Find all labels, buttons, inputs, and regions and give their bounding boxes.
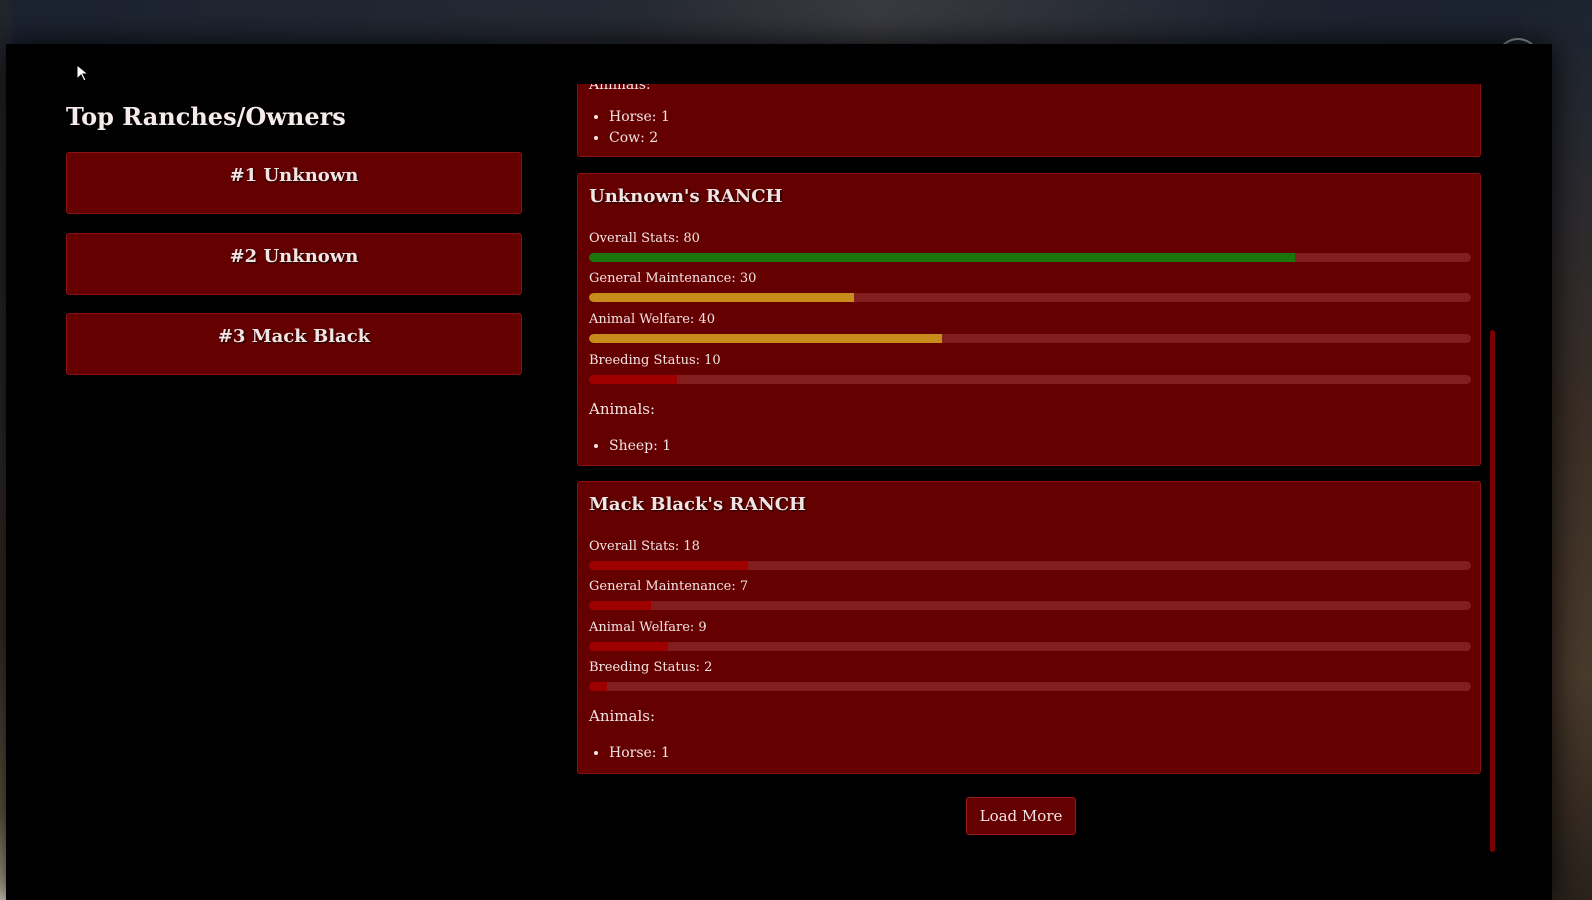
stat-breeding-status: Breeding Status: 2	[589, 660, 1471, 691]
stat-bar-fill	[589, 253, 1295, 262]
ranch-title: Unknown's RANCH	[589, 186, 783, 207]
stat-label: General Maintenance: 7	[589, 579, 749, 594]
ranch-card: Mack Black's RANCH Overall Stats: 18 Gen…	[577, 481, 1481, 774]
feed-scrollbar-thumb[interactable]	[1490, 330, 1495, 852]
animal-item: Horse: 1	[609, 107, 670, 128]
rank-entry-3[interactable]: #3 Mack Black	[66, 313, 522, 375]
stat-bar	[589, 375, 1471, 384]
stat-bar-fill	[589, 601, 651, 610]
animals-list: Horse: 1 Cow: 2	[589, 107, 670, 149]
stat-label: Breeding Status: 2	[589, 660, 713, 675]
stat-bar	[589, 682, 1471, 691]
stat-label: Animal Welfare: 9	[589, 620, 707, 635]
stat-label: Breeding Status: 10	[589, 353, 721, 368]
stat-animal-welfare: Animal Welfare: 9	[589, 620, 1471, 651]
ranch-feed[interactable]: Animals: Horse: 1 Cow: 2 Unknown's RANCH…	[566, 84, 1498, 862]
rank-entry-label: #1 Unknown	[229, 165, 359, 186]
load-more-button[interactable]: Load More	[966, 797, 1076, 835]
animal-item: Horse: 1	[609, 743, 670, 764]
rank-entry-1[interactable]: #1 Unknown	[66, 152, 522, 214]
animals-list: Sheep: 1	[589, 436, 671, 457]
stat-label: Overall Stats: 80	[589, 231, 700, 246]
stat-bar	[589, 253, 1471, 262]
stat-bar	[589, 293, 1471, 302]
stat-overall: Overall Stats: 80	[589, 231, 1471, 262]
stat-general-maintenance: General Maintenance: 7	[589, 579, 1471, 610]
stat-bar	[589, 642, 1471, 651]
rank-entry-2[interactable]: #2 Unknown	[66, 233, 522, 295]
stat-bar-fill	[589, 375, 678, 384]
ranch-card: Unknown's RANCH Overall Stats: 80 Genera…	[577, 173, 1481, 466]
stat-breeding-status: Breeding Status: 10	[589, 353, 1471, 384]
stat-bar-fill	[589, 334, 942, 343]
stat-bar-fill	[589, 682, 607, 691]
leaderboard-title: Top Ranches/Owners	[66, 102, 346, 131]
animals-heading: Animals:	[589, 84, 651, 93]
animals-list: Horse: 1	[589, 743, 670, 764]
stat-label: General Maintenance: 30	[589, 271, 757, 286]
ranch-title: Mack Black's RANCH	[589, 494, 807, 515]
stat-bar-fill	[589, 561, 748, 570]
animals-heading: Animals:	[589, 400, 656, 418]
stat-bar	[589, 601, 1471, 610]
rank-entry-label: #3 Mack Black	[217, 326, 371, 347]
stat-animal-welfare: Animal Welfare: 40	[589, 312, 1471, 343]
ranch-card-partial: Animals: Horse: 1 Cow: 2	[577, 84, 1481, 157]
stat-overall: Overall Stats: 18	[589, 539, 1471, 570]
game-background-top	[0, 0, 1592, 44]
stat-bar	[589, 561, 1471, 570]
stat-label: Animal Welfare: 40	[589, 312, 715, 327]
animals-heading: Animals:	[589, 707, 656, 725]
stat-bar-fill	[589, 642, 669, 651]
stat-label: Overall Stats: 18	[589, 539, 700, 554]
animal-item: Sheep: 1	[609, 436, 671, 457]
stat-bar	[589, 334, 1471, 343]
animal-item: Cow: 2	[609, 128, 670, 149]
stat-general-maintenance: General Maintenance: 30	[589, 271, 1471, 302]
rank-entry-label: #2 Unknown	[229, 246, 359, 267]
stat-bar-fill	[589, 293, 854, 302]
